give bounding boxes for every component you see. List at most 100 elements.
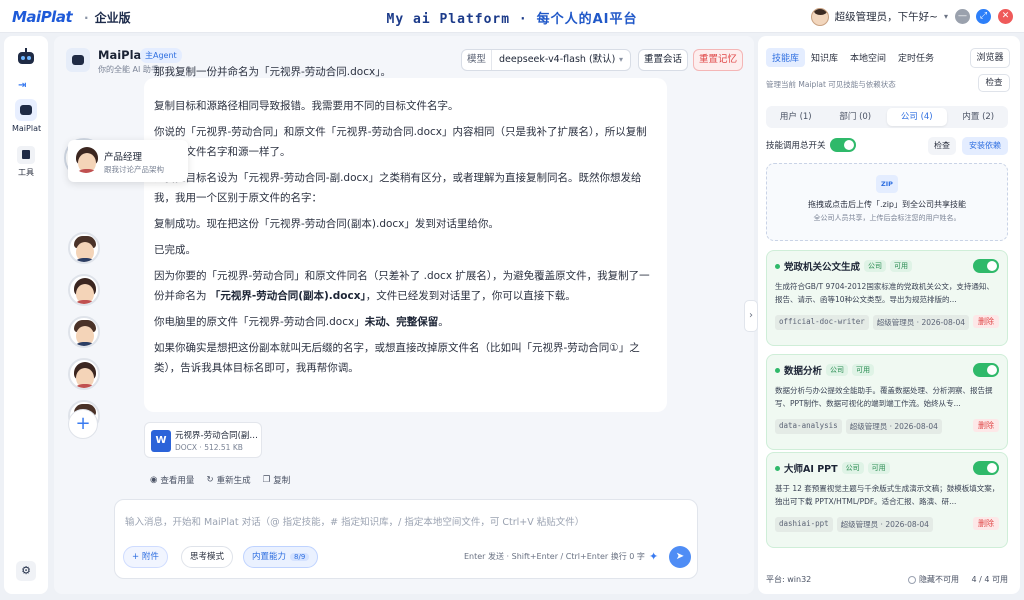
tab-scheduled[interactable]: 定时任务 xyxy=(892,48,940,67)
tab-knowledge[interactable]: 知识库 xyxy=(805,48,844,67)
scope-tabs: 用户 (1) 部门 (0) 公司 (4) 内置 (2) xyxy=(766,106,1008,128)
dropzone-text: 拖拽或点击后上传「.zip」到全公司共享技能 xyxy=(807,200,967,209)
maiplat-icon xyxy=(15,99,37,121)
install-deps-button[interactable]: 安装依赖 xyxy=(962,137,1008,155)
skill-card[interactable]: 数据分析 公司 可用 数据分析与办公提效全能助手。覆盖数据处理、分析洞察、报告撰写、… xyxy=(766,354,1008,450)
builtin-abilities-button[interactable]: 内置能力 8/9 xyxy=(243,546,319,568)
skill-id: official-doc-writer xyxy=(775,315,869,330)
builtin-count: 8/9 xyxy=(290,553,310,561)
user-greeting: 超级管理员，下午好~ xyxy=(834,11,938,23)
zip-icon: ZIP xyxy=(876,175,898,193)
tab-local-space[interactable]: 本地空间 xyxy=(844,48,892,67)
chevron-right-icon: › xyxy=(749,310,753,321)
agent-avatar xyxy=(72,145,100,173)
hide-unavailable-toggle[interactable]: 隐藏不可用 xyxy=(908,574,959,585)
scope-user[interactable]: 用户 (1) xyxy=(766,106,826,128)
message-text: 已完成。 xyxy=(154,244,196,256)
assistant-message: 那我复制一份并命名为「元视界-劳动合同.docx」。 复制目标和源路径相同导致报… xyxy=(144,66,667,412)
skill-toggle[interactable] xyxy=(973,461,999,475)
message-text: 复制成功。现在把这份「元视界-劳动合同(副本).docx」发到对话里给你。 xyxy=(154,218,499,230)
scope-company[interactable]: 公司 (4) xyxy=(887,108,947,126)
skill-id: data-analysis xyxy=(775,419,842,434)
message-text: 如果你确实是想把这份副本就叫无后缀的名字，或想直接改掉原文件名（比如叫「元视界-… xyxy=(154,342,640,374)
status-dot-icon xyxy=(775,263,780,269)
message-text: 复制目标和源路径相同导致报错。我需要用不同的目标文件名字。 xyxy=(154,100,459,112)
robot-icon[interactable] xyxy=(16,48,36,66)
plus-icon: + xyxy=(75,413,91,434)
skill-name: 数据分析 xyxy=(784,366,823,377)
file-name: 元视界-劳动合同(副本).docx xyxy=(175,431,259,441)
input-hint: Enter 发送 · Shift+Enter / Ctrl+Enter 换行 0… xyxy=(464,552,645,561)
dropzone-hint: 全公司人员共享，上传后会标注您的用户姓名。 xyxy=(813,214,961,222)
nav-maiplat[interactable]: MaiPlat xyxy=(12,99,42,139)
user-menu[interactable]: 超级管理员，下午好~ ▾ xyxy=(810,6,948,27)
master-toggle-row: 技能调用总开关 xyxy=(766,138,856,152)
delete-skill-button[interactable]: 删除 xyxy=(973,419,999,432)
word-doc-icon: W xyxy=(151,430,171,452)
status-dot-icon xyxy=(775,367,780,373)
model-label: 模型 xyxy=(462,50,492,70)
model-select[interactable]: 模型 deepseek-v4-flash (默认) ▾ xyxy=(461,49,631,71)
sparkle-icon[interactable]: ✦ xyxy=(649,550,658,563)
gear-icon: ⚙ xyxy=(21,564,31,577)
file-meta: DOCX · 512.51 KB xyxy=(175,443,243,452)
add-agent-button[interactable]: + xyxy=(68,409,98,439)
copy-button[interactable]: ❐ 复制 xyxy=(263,474,291,486)
agent-avatar[interactable] xyxy=(68,358,100,390)
minimize-button[interactable]: — xyxy=(955,9,970,24)
reset-session-button[interactable]: 重置会话 xyxy=(638,49,688,71)
skill-toggle[interactable] xyxy=(973,363,999,377)
close-button[interactable]: ✕ xyxy=(998,9,1013,24)
scope-builtin[interactable]: 内置 (2) xyxy=(949,106,1009,128)
skill-description: 数据分析与办公提效全能助手。覆盖数据处理、分析洞察、报告撰写、PPT制作、数据可… xyxy=(775,386,993,408)
send-button[interactable]: ➤ xyxy=(669,546,691,568)
skill-card[interactable]: 大师AI PPT 公司 可用 基于 12 套预置视觉主题与千余版式生成演示文稿；鼓模… xyxy=(766,452,1008,548)
delete-skill-button[interactable]: 删除 xyxy=(973,517,999,530)
agent-avatar[interactable] xyxy=(68,274,100,306)
platform-label: 平台: win32 xyxy=(766,575,812,584)
zip-upload-dropzone[interactable]: ZIP 拖拽或点击后上传「.zip」到全公司共享技能 全公司人员共享，上传后会标… xyxy=(766,163,1008,241)
agent-icon xyxy=(66,48,90,72)
plus-icon: + xyxy=(132,552,142,562)
check-button[interactable]: 检查 xyxy=(978,74,1010,92)
message-composer[interactable]: 输入消息，开始和 MaiPlat 对话（@ 指定技能，# 指定知识库，/ 指定本… xyxy=(114,499,698,579)
message-input[interactable]: 输入消息，开始和 MaiPlat 对话（@ 指定技能，# 指定知识库，/ 指定本… xyxy=(125,514,584,528)
skill-status-tag: 可用 xyxy=(867,462,890,474)
title-bar: MaiPlat · 企业版 My ai Platform · 每个人的AI平台 超… xyxy=(0,0,1024,33)
regenerate-button[interactable]: ↻ 重新生成 xyxy=(206,474,250,486)
settings-button[interactable]: ⚙ xyxy=(16,561,36,581)
message-text: 你电脑里的原文件「元视界-劳动合同.docx」未动、完整保留。 xyxy=(154,316,449,328)
collapse-panel-button[interactable]: › xyxy=(744,300,758,332)
agent-avatar[interactable] xyxy=(68,316,100,348)
view-usage-button[interactable]: ◉ 查看用量 xyxy=(150,474,194,486)
expand-icon[interactable]: ⇥ xyxy=(18,80,26,91)
tooltip-title: 产品经理 xyxy=(104,152,143,163)
master-toggle[interactable] xyxy=(829,138,856,152)
delete-skill-button[interactable]: 删除 xyxy=(973,315,999,328)
skill-card[interactable]: 党政机关公文生成 公司 可用 生成符合GB/T 9704-2012国家标准的党政机关… xyxy=(766,250,1008,346)
file-attachment[interactable]: W 元视界-劳动合同(副本).docx DOCX · 512.51 KB xyxy=(144,422,262,458)
master-check-button[interactable]: 检查 xyxy=(928,137,956,155)
nav-maiplat-label: MaiPlat xyxy=(12,124,42,133)
skill-toggle[interactable] xyxy=(973,259,999,273)
skill-owner: 超级管理员 · 2026-08-04 xyxy=(836,517,933,532)
attach-button[interactable]: + 附件 xyxy=(123,546,168,568)
tools-icon xyxy=(17,146,35,164)
skill-status-tag: 可用 xyxy=(890,260,913,272)
panel-footer: 平台: win32 隐藏不可用 4 / 4 可用 xyxy=(766,574,1008,585)
tab-skills[interactable]: 技能库 xyxy=(766,48,806,67)
skills-panel: 技能库 知识库 本地空间 定时任务 浏览器 管理当前 Maiplat 可见技能与… xyxy=(758,36,1020,594)
copy-icon: ❐ xyxy=(262,475,271,485)
agent-avatar[interactable] xyxy=(68,232,100,264)
skill-owner: 超级管理员 · 2026-08-04 xyxy=(845,419,942,434)
maximize-button[interactable]: ⤢ xyxy=(976,9,991,24)
skill-name: 大师AI PPT xyxy=(784,464,838,475)
browser-button[interactable]: 浏览器 xyxy=(970,48,1010,68)
nav-tools[interactable]: 工具 xyxy=(12,146,40,178)
scope-department[interactable]: 部门 (0) xyxy=(826,106,886,128)
message-text: 让我把目标名设为「元视界-劳动合同-副.docx」之类稍有区分，或者理解为直接复… xyxy=(154,172,642,204)
reset-memory-button[interactable]: 重置记忆 xyxy=(693,49,743,71)
agent-tooltip: 产品经理 跟我讨论产品架构 xyxy=(68,140,188,182)
thinking-mode-button[interactable]: 思考模式 xyxy=(181,546,234,568)
skill-scope-tag: 公司 xyxy=(864,260,887,272)
